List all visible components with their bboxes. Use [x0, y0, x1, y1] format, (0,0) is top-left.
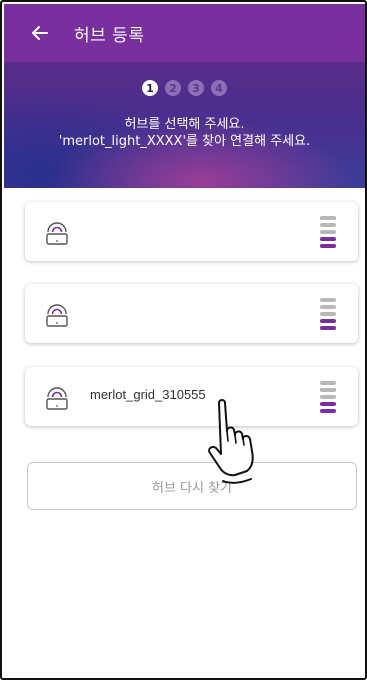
signal-strength-icon — [320, 298, 336, 330]
retry-search-button[interactable]: 허브 다시 찾기 — [27, 462, 357, 510]
step-4: 4 — [211, 80, 227, 96]
signal-strength-icon — [320, 381, 336, 413]
hub-device-icon — [46, 304, 68, 327]
hub-list-item[interactable]: merlot_grid_310555 — [25, 367, 358, 426]
pointing-hand-cursor-icon — [208, 399, 254, 484]
app-frame: 허브 등록 1 2 3 4 허브를 선택해 주세요. 'merlot_light… — [0, 0, 367, 680]
instruction-text: 허브를 선택해 주세요. 'merlot_light_XXXX'를 찾아 연결해… — [4, 116, 365, 150]
step-2: 2 — [165, 80, 181, 96]
hub-list-item[interactable] — [25, 284, 358, 343]
instruction-line-1: 허브를 선택해 주세요. — [124, 117, 245, 132]
hub-name: merlot_grid_310555 — [90, 387, 206, 402]
page-title: 허브 등록 — [74, 25, 145, 46]
step-banner: 1 2 3 4 허브를 선택해 주세요. 'merlot_light_XXXX'… — [4, 62, 365, 188]
hub-list: merlot_grid_310555 허브 다시 찾기 — [2, 188, 365, 678]
app-bar: 허브 등록 — [4, 4, 365, 62]
hub-list-item[interactable] — [25, 202, 358, 261]
step-indicator: 1 2 3 4 — [4, 80, 365, 96]
instruction-line-2: 'merlot_light_XXXX'를 찾아 연결해 주세요. — [58, 134, 311, 149]
hub-device-icon — [46, 387, 68, 410]
hub-device-icon — [46, 222, 68, 245]
step-1: 1 — [142, 80, 158, 96]
signal-strength-icon — [320, 216, 336, 248]
step-3: 3 — [188, 80, 204, 96]
back-arrow-icon[interactable] — [30, 23, 50, 43]
